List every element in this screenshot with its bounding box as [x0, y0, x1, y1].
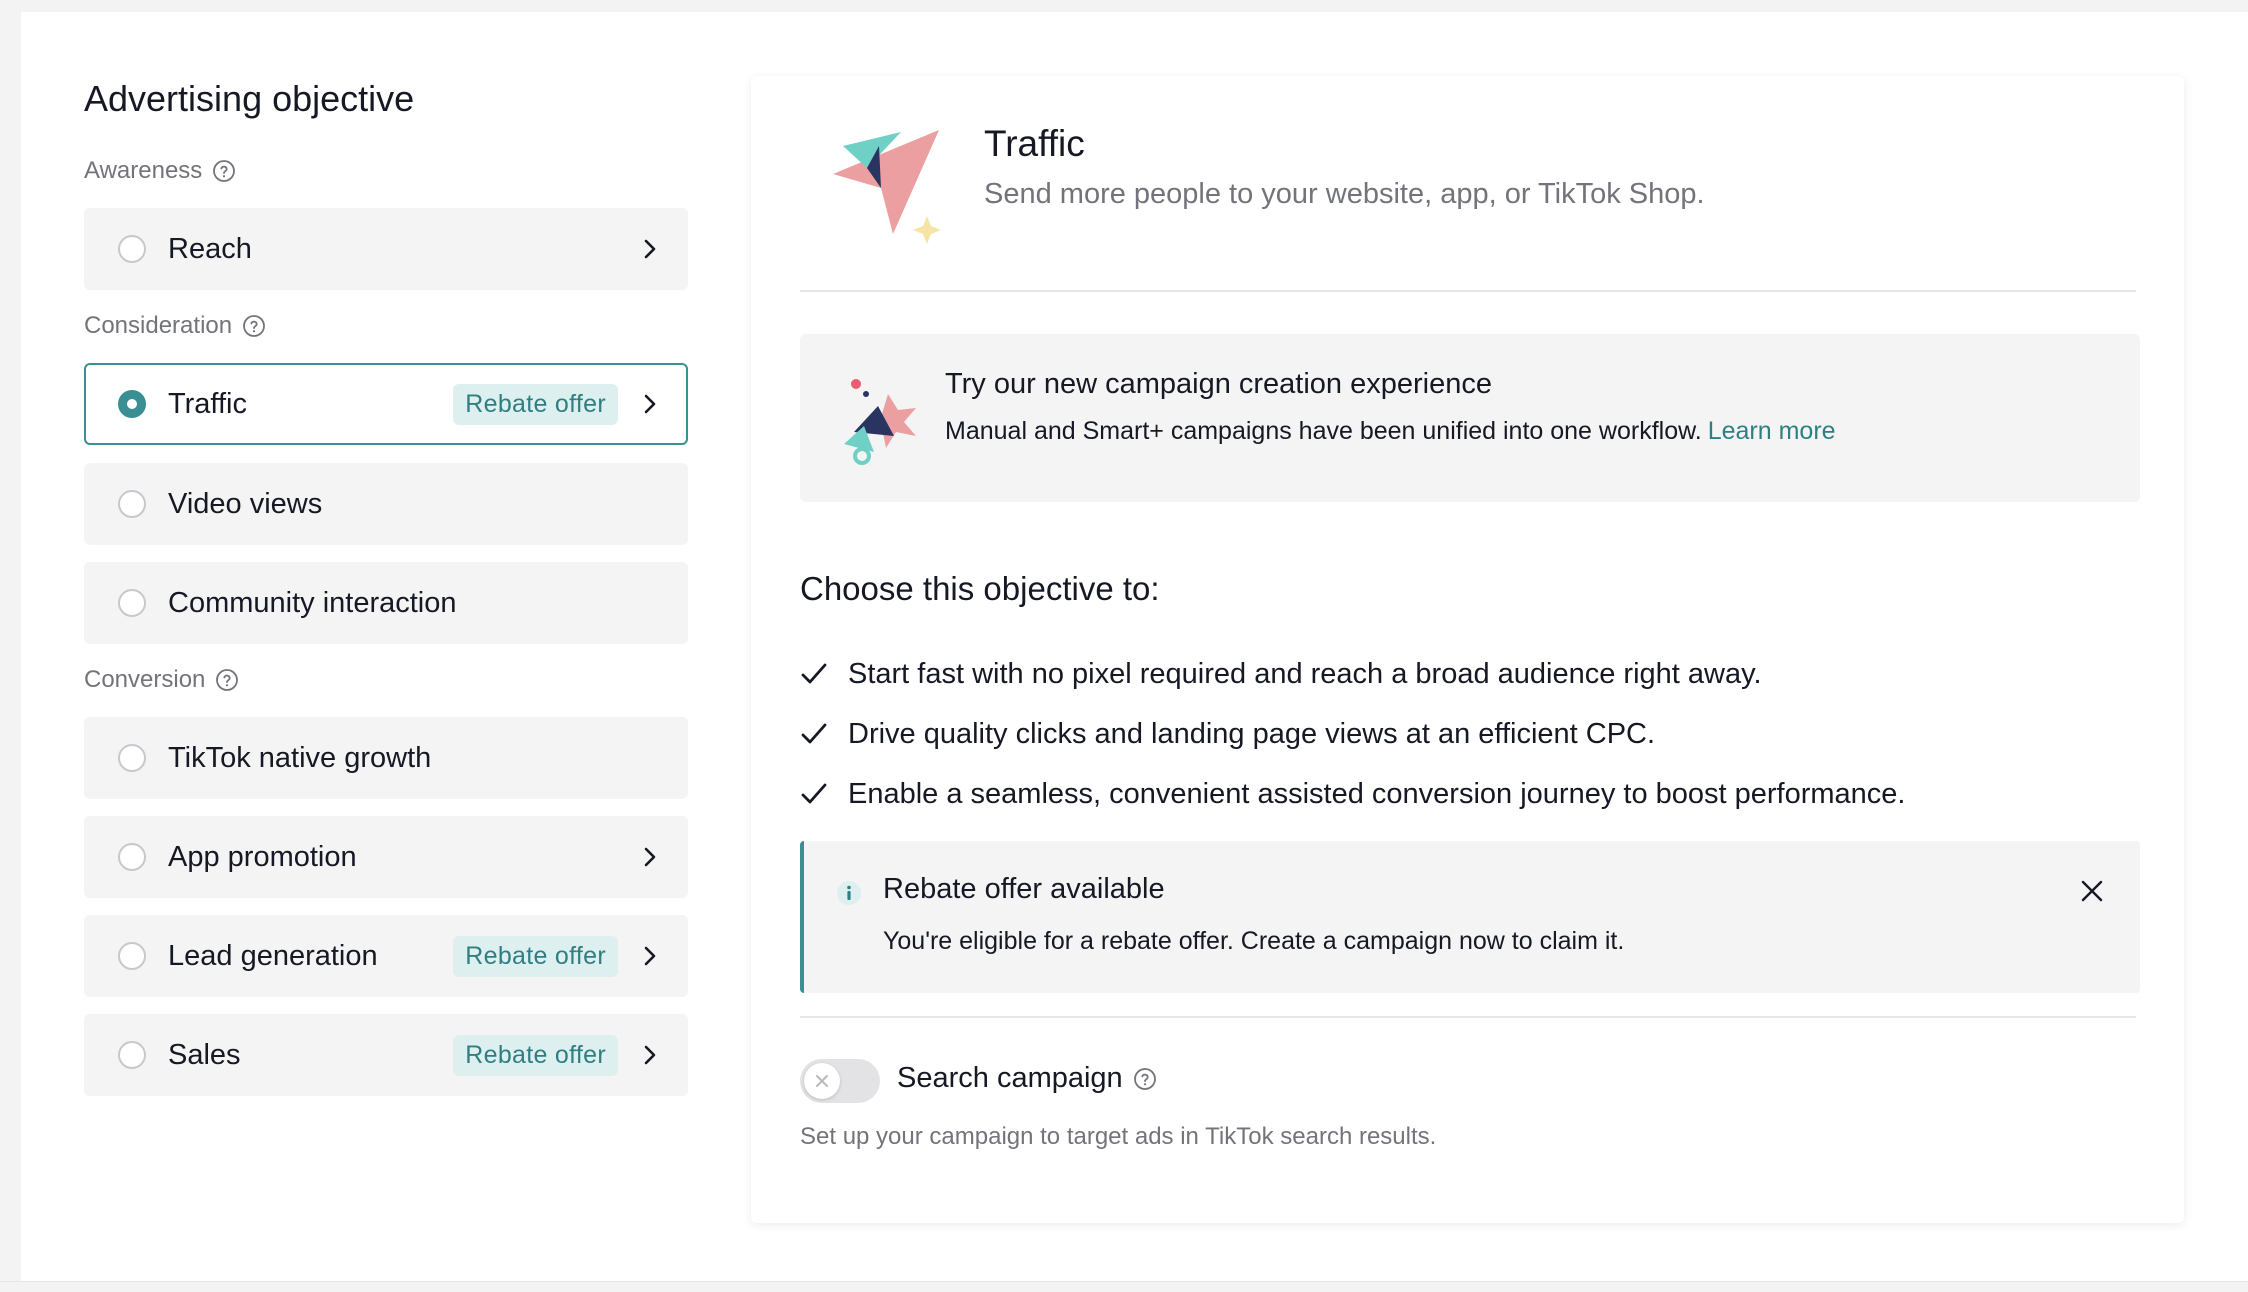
objective-label: Reach [168, 232, 252, 265]
radio-button[interactable] [118, 235, 146, 263]
check-icon [800, 780, 828, 808]
objective-item-video-views[interactable]: Video views [84, 463, 688, 545]
radio-button[interactable] [118, 490, 146, 518]
group-label-awareness: Awareness [84, 154, 236, 188]
close-icon[interactable] [2080, 879, 2104, 903]
check-icon [800, 720, 828, 748]
objective-subtitle: Send more people to your website, app, o… [984, 178, 1705, 210]
banner-description-text: Manual and Smart+ campaigns have been un… [945, 417, 1702, 445]
divider [800, 290, 2136, 292]
benefit-item: Start fast with no pixel required and re… [800, 654, 1762, 694]
check-icon [800, 660, 828, 688]
question-circle-icon[interactable] [212, 159, 236, 183]
group-label-text: Conversion [84, 666, 206, 693]
objective-item-traffic[interactable]: Traffic Rebate offer [84, 363, 688, 445]
objective-item-community-interaction[interactable]: Community interaction [84, 562, 688, 644]
search-campaign-label-text: Search campaign [897, 1062, 1123, 1094]
benefit-text: Enable a seamless, convenient assisted c… [848, 777, 1906, 810]
radio-button[interactable] [118, 1041, 146, 1069]
new-experience-banner: Try our new campaign creation experience… [800, 334, 2140, 502]
question-circle-icon[interactable] [242, 314, 266, 338]
objective-label: Traffic [168, 387, 247, 420]
learn-more-link[interactable]: Learn more [1708, 417, 1836, 445]
objective-item-tiktok-native-growth[interactable]: TikTok native growth [84, 717, 688, 799]
chevron-right-icon [642, 392, 658, 416]
rebate-notice: Rebate offer available You're eligible f… [800, 841, 2140, 993]
megaphone-illustration [836, 370, 922, 471]
objective-label: Lead generation [168, 939, 378, 972]
objective-label: Sales [168, 1038, 241, 1071]
benefit-text: Drive quality clicks and landing page vi… [848, 717, 1656, 750]
radio-button[interactable] [118, 589, 146, 617]
banner-title: Try our new campaign creation experience [945, 368, 1492, 400]
objective-item-reach[interactable]: Reach [84, 208, 688, 290]
question-circle-icon[interactable] [1133, 1067, 1157, 1091]
toggle-knob [804, 1063, 840, 1099]
benefit-item: Drive quality clicks and landing page vi… [800, 714, 1655, 754]
page-title: Advertising objective [84, 78, 415, 119]
radio-button[interactable] [118, 744, 146, 772]
objective-label: Community interaction [168, 586, 457, 619]
radio-button[interactable] [118, 942, 146, 970]
objective-detail-panel: Traffic Send more people to your website… [751, 76, 2184, 1223]
radio-button-selected[interactable] [118, 390, 146, 418]
search-campaign-description: Set up your campaign to target ads in Ti… [800, 1123, 1437, 1150]
question-circle-icon[interactable] [215, 668, 239, 692]
notice-title: Rebate offer available [883, 873, 1165, 905]
benefits-heading: Choose this objective to: [800, 570, 1160, 607]
objective-label: App promotion [168, 840, 357, 873]
paper-plane-illustration [821, 116, 951, 251]
objective-label: Video views [168, 487, 323, 520]
benefit-item: Enable a seamless, convenient assisted c… [800, 774, 1905, 814]
group-label-consideration: Consideration [84, 309, 266, 343]
chevron-right-icon [642, 1043, 658, 1067]
objective-item-lead-generation[interactable]: Lead generation Rebate offer [84, 915, 688, 997]
bottom-divider [0, 1281, 2248, 1282]
group-label-text: Awareness [84, 157, 203, 184]
group-label-text: Consideration [84, 312, 233, 339]
search-campaign-label: Search campaign [897, 1062, 1157, 1095]
chevron-right-icon [642, 845, 658, 869]
chevron-right-icon [642, 237, 658, 261]
notice-description: You're eligible for a rebate offer. Crea… [883, 927, 1625, 955]
rebate-offer-badge: Rebate offer [453, 383, 618, 425]
rebate-offer-badge: Rebate offer [453, 935, 618, 977]
benefit-text: Start fast with no pixel required and re… [848, 657, 1762, 690]
search-campaign-toggle[interactable] [800, 1059, 880, 1103]
rebate-offer-badge: Rebate offer [453, 1034, 618, 1076]
objective-title: Traffic [984, 123, 1085, 164]
chevron-right-icon [642, 944, 658, 968]
objective-item-app-promotion[interactable]: App promotion [84, 816, 688, 898]
divider [800, 1016, 2136, 1018]
radio-button[interactable] [118, 843, 146, 871]
objective-item-sales[interactable]: Sales Rebate offer [84, 1014, 688, 1096]
banner-description: Manual and Smart+ campaigns have been un… [945, 417, 1836, 446]
objective-label: TikTok native growth [168, 741, 432, 774]
info-icon [836, 880, 862, 911]
group-label-conversion: Conversion [84, 663, 239, 697]
